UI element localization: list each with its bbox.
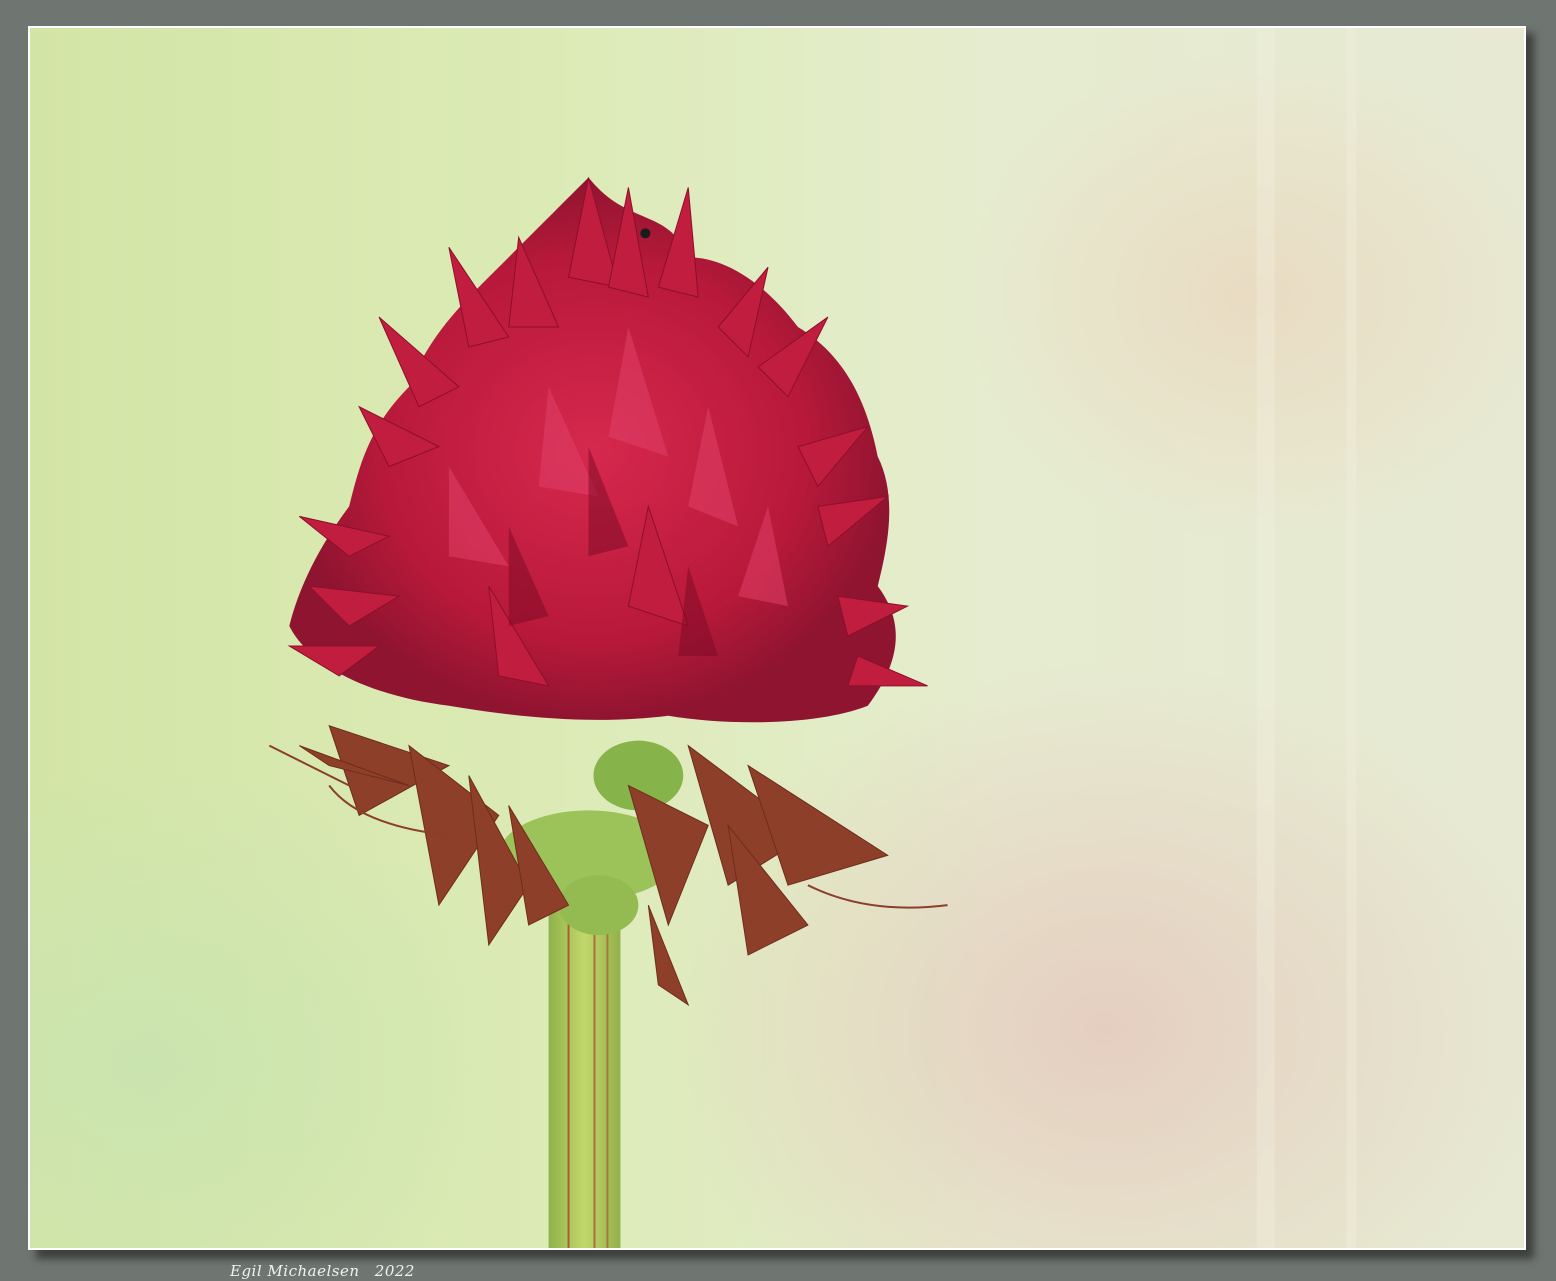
signature-year: 2022 [374, 1262, 415, 1280]
photo-frame [28, 26, 1526, 1250]
signature-name: Egil Michaelsen [230, 1262, 360, 1280]
photographer-signature: Egil Michaelsen 2022 [230, 1262, 415, 1280]
flower-photo [30, 28, 1524, 1248]
page: Egil Michaelsen 2022 [0, 0, 1556, 1281]
